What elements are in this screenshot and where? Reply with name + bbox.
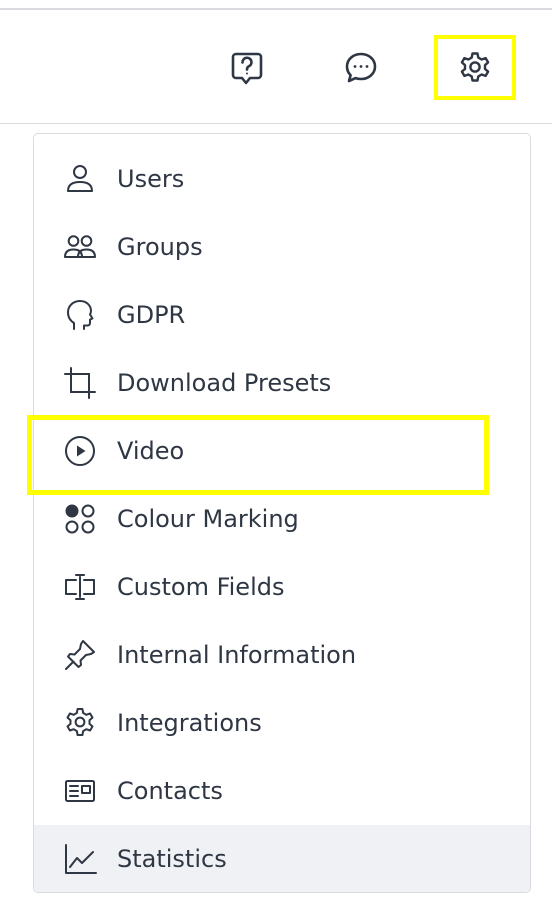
menu-item-custom-fields[interactable]: Custom Fields: [34, 553, 530, 621]
color-dots-icon: [63, 502, 97, 536]
menu-item-users[interactable]: Users: [34, 145, 530, 213]
question-bubble-icon: [231, 52, 263, 85]
text-cursor-field-icon: [63, 570, 97, 604]
menu-item-label: Download Presets: [117, 369, 332, 397]
menu-item-label: Internal Information: [117, 641, 357, 669]
menu-item-groups[interactable]: Groups: [34, 213, 530, 281]
menu-item-label: Contacts: [117, 777, 223, 805]
menu-item-label: Users: [117, 165, 185, 193]
menu-item-integrations[interactable]: Integrations: [34, 689, 530, 757]
menu-item-label: Statistics: [117, 845, 227, 873]
menu-item-colour-marking[interactable]: Colour Marking: [34, 485, 530, 553]
menu-item-gdpr[interactable]: GDPR: [34, 281, 530, 349]
settings-dropdown-menu: Users Groups GDPR Download Presets Video…: [33, 133, 531, 893]
menu-item-label: Video: [117, 437, 185, 465]
group-icon: [63, 230, 97, 264]
line-chart-icon: [63, 842, 97, 876]
top-border: [0, 8, 552, 10]
chat-button[interactable]: [335, 42, 387, 94]
user-icon: [63, 162, 97, 196]
crop-icon: [63, 366, 97, 400]
header-divider: [0, 123, 552, 124]
chat-bubble-icon: [345, 52, 377, 83]
menu-item-contacts[interactable]: Contacts: [34, 757, 530, 825]
menu-item-label: Groups: [117, 233, 203, 261]
contact-card-icon: [63, 774, 97, 808]
play-circle-icon: [63, 434, 97, 468]
gear-icon: [63, 706, 97, 740]
help-button[interactable]: [221, 42, 273, 94]
settings-button[interactable]: [434, 35, 516, 100]
pin-icon: [63, 638, 97, 672]
menu-item-label: Integrations: [117, 709, 262, 737]
menu-item-label: Colour Marking: [117, 505, 299, 533]
menu-item-internal-information[interactable]: Internal Information: [34, 621, 530, 689]
menu-item-download-presets[interactable]: Download Presets: [34, 349, 530, 417]
head-profile-icon: [63, 298, 97, 332]
menu-item-label: GDPR: [117, 301, 186, 329]
menu-item-label: Custom Fields: [117, 573, 285, 601]
menu-item-statistics[interactable]: Statistics: [34, 825, 530, 892]
menu-item-video[interactable]: Video: [34, 417, 530, 485]
gear-icon: [460, 51, 490, 82]
